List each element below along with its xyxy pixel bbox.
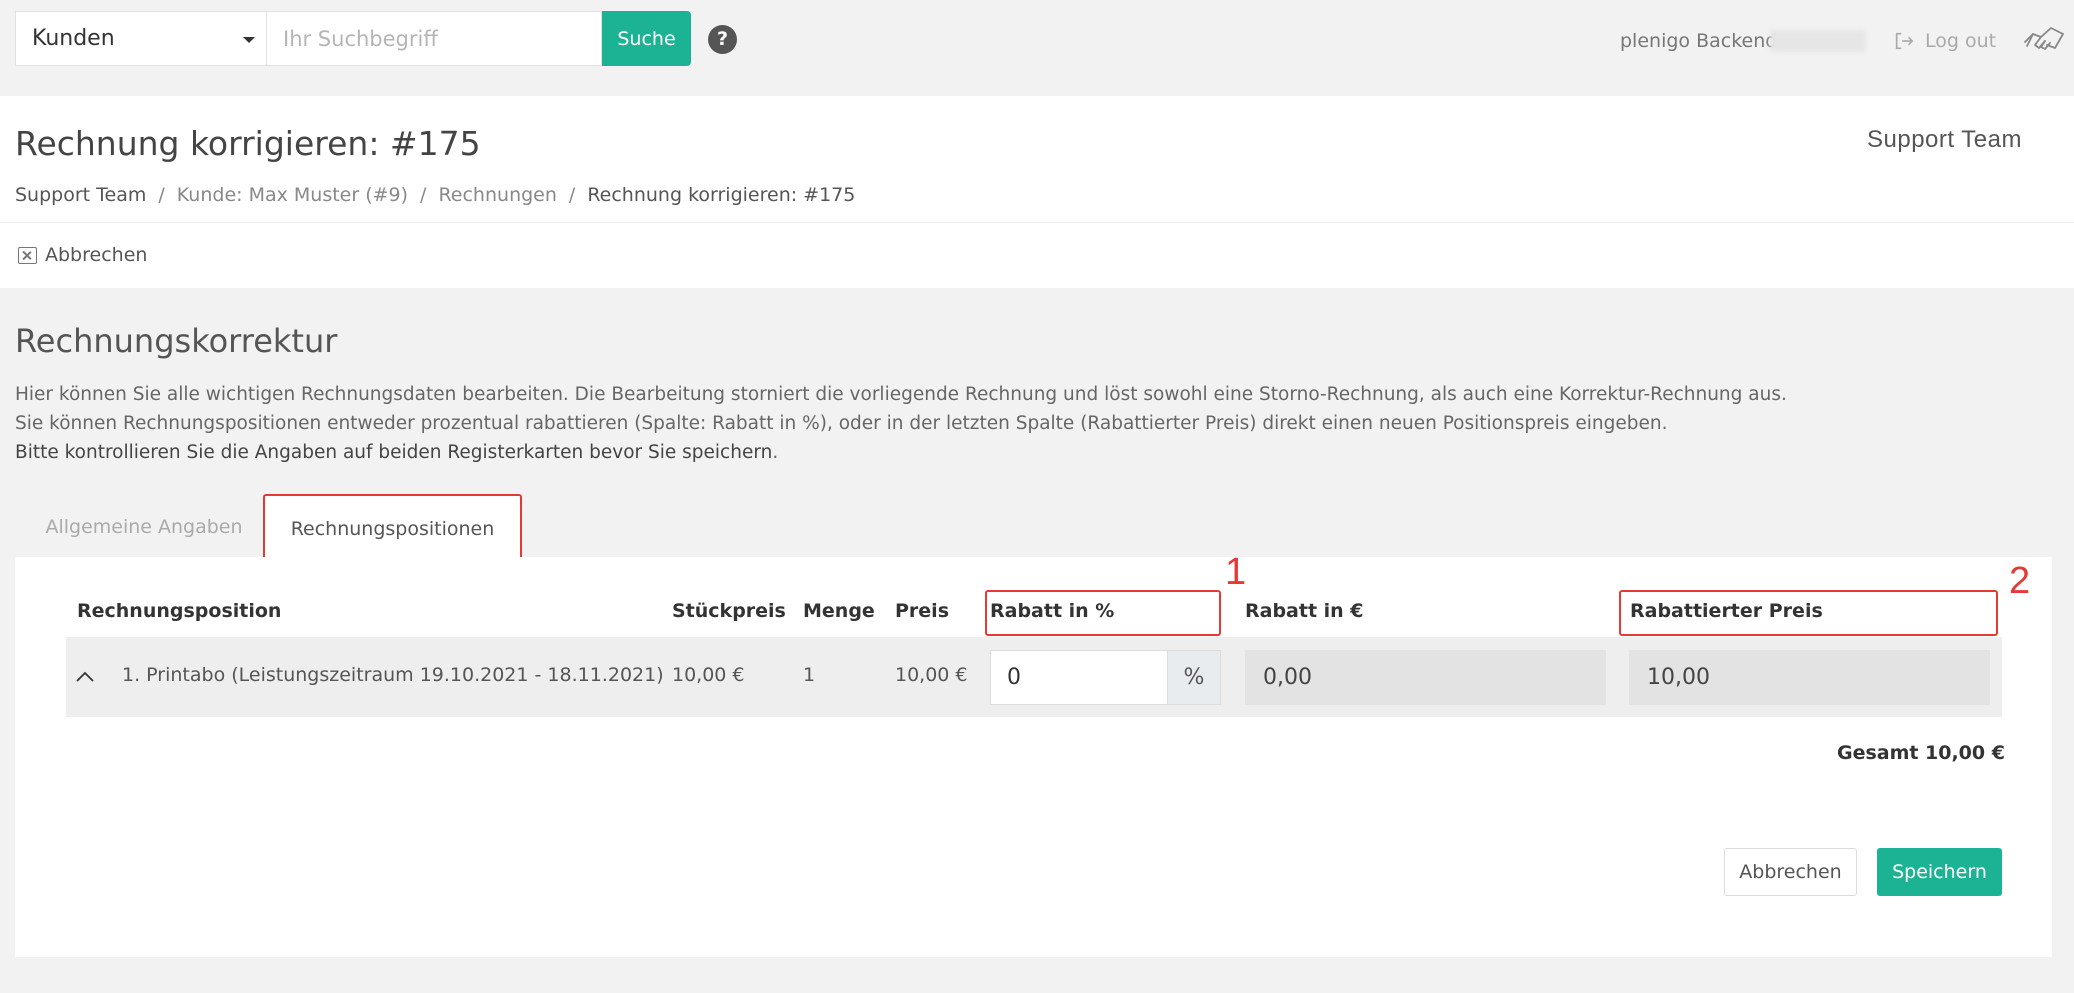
row-position: 1. Printabo (Leistungszeitraum 19.10.202…: [122, 664, 664, 686]
search-input[interactable]: [266, 11, 602, 66]
chevron-up-icon[interactable]: [76, 668, 94, 686]
breadcrumb-support-team[interactable]: Support Team: [15, 184, 146, 206]
row-unit-price: 10,00 €: [672, 664, 745, 686]
discount-eur-field: [1245, 650, 1606, 705]
total-value: 10,00 €: [1925, 742, 2005, 764]
breadcrumb-separator: /: [420, 184, 427, 206]
section-intro: Hier können Sie alle wichtigen Rechnungs…: [15, 380, 1915, 467]
row-quantity: 1: [803, 664, 816, 686]
intro-line-3-end: .: [772, 442, 779, 463]
header-cancel-label: Abbrechen: [45, 244, 148, 266]
breadcrumb-separator: /: [568, 184, 576, 206]
annotation-marker-1: 1: [1225, 551, 1247, 593]
page-title: Rechnung korrigieren: #175: [15, 124, 481, 163]
page-header: Rechnung korrigieren: #175 Support Team …: [0, 96, 2074, 288]
sign-out-icon: [1895, 32, 1914, 50]
search-category-value: Kunden: [32, 26, 115, 51]
breadcrumb-customer[interactable]: Kunde: Max Muster (#9): [177, 184, 408, 206]
logout-label: Log out: [1925, 30, 1997, 52]
highlight-box-discounted-price: [1619, 590, 1998, 636]
percent-addon: %: [1167, 650, 1221, 705]
save-button[interactable]: Speichern: [1877, 848, 2002, 896]
discounted-price-field: [1629, 650, 1990, 705]
annotation-marker-2: 2: [2009, 560, 2031, 602]
question-circle-icon[interactable]: ?: [708, 25, 737, 54]
tab-general[interactable]: Allgemeine Angaben: [36, 494, 252, 560]
cancel-button[interactable]: Abbrechen: [1724, 848, 1857, 896]
col-header-quantity: Menge: [803, 600, 875, 622]
intro-line-2: Sie können Rechnungspositionen entweder …: [15, 413, 1668, 434]
col-header-unit-price: Stückpreis: [672, 600, 786, 622]
search-button[interactable]: Suche: [602, 11, 691, 66]
breadcrumb-separator: /: [158, 184, 165, 206]
intro-line-1: Hier können Sie alle wichtigen Rechnungs…: [15, 384, 1787, 405]
breadcrumb-invoices[interactable]: Rechnungen: [438, 184, 556, 206]
top-bar: Kunden Suche ? plenigo Backend Log out: [0, 0, 2074, 78]
search-category-select[interactable]: Kunden: [15, 11, 267, 66]
header-divider: [0, 222, 2074, 223]
caret-down-icon: [243, 37, 255, 43]
col-header-position: Rechnungsposition: [77, 600, 282, 622]
row-price: 10,00 €: [895, 664, 968, 686]
col-header-discount-eur: Rabatt in €: [1245, 600, 1364, 622]
col-header-price: Preis: [895, 600, 950, 622]
handshake-icon[interactable]: [2022, 20, 2066, 60]
breadcrumb: Support Team / Kunde: Max Muster (#9) / …: [15, 184, 855, 206]
backend-label: plenigo Backend: [1620, 30, 1778, 52]
redacted-username: [1770, 30, 1866, 52]
discount-percent-input[interactable]: [990, 650, 1168, 705]
highlight-box-discount-percent: [985, 590, 1221, 636]
close-square-icon: [18, 246, 37, 264]
breadcrumb-current: Rechnung korrigieren: #175: [587, 184, 856, 206]
tab-invoice-positions[interactable]: Rechnungspositionen: [263, 494, 522, 560]
logout-link[interactable]: Log out: [1893, 30, 1996, 52]
intro-line-3-emphasis: Bitte kontrollieren Sie die Angaben auf …: [15, 442, 773, 463]
total-label: Gesamt: [1837, 742, 1919, 764]
team-name: Support Team: [1867, 126, 2022, 153]
header-cancel-link[interactable]: Abbrechen: [18, 244, 147, 266]
section-title: Rechnungskorrektur: [15, 322, 338, 360]
